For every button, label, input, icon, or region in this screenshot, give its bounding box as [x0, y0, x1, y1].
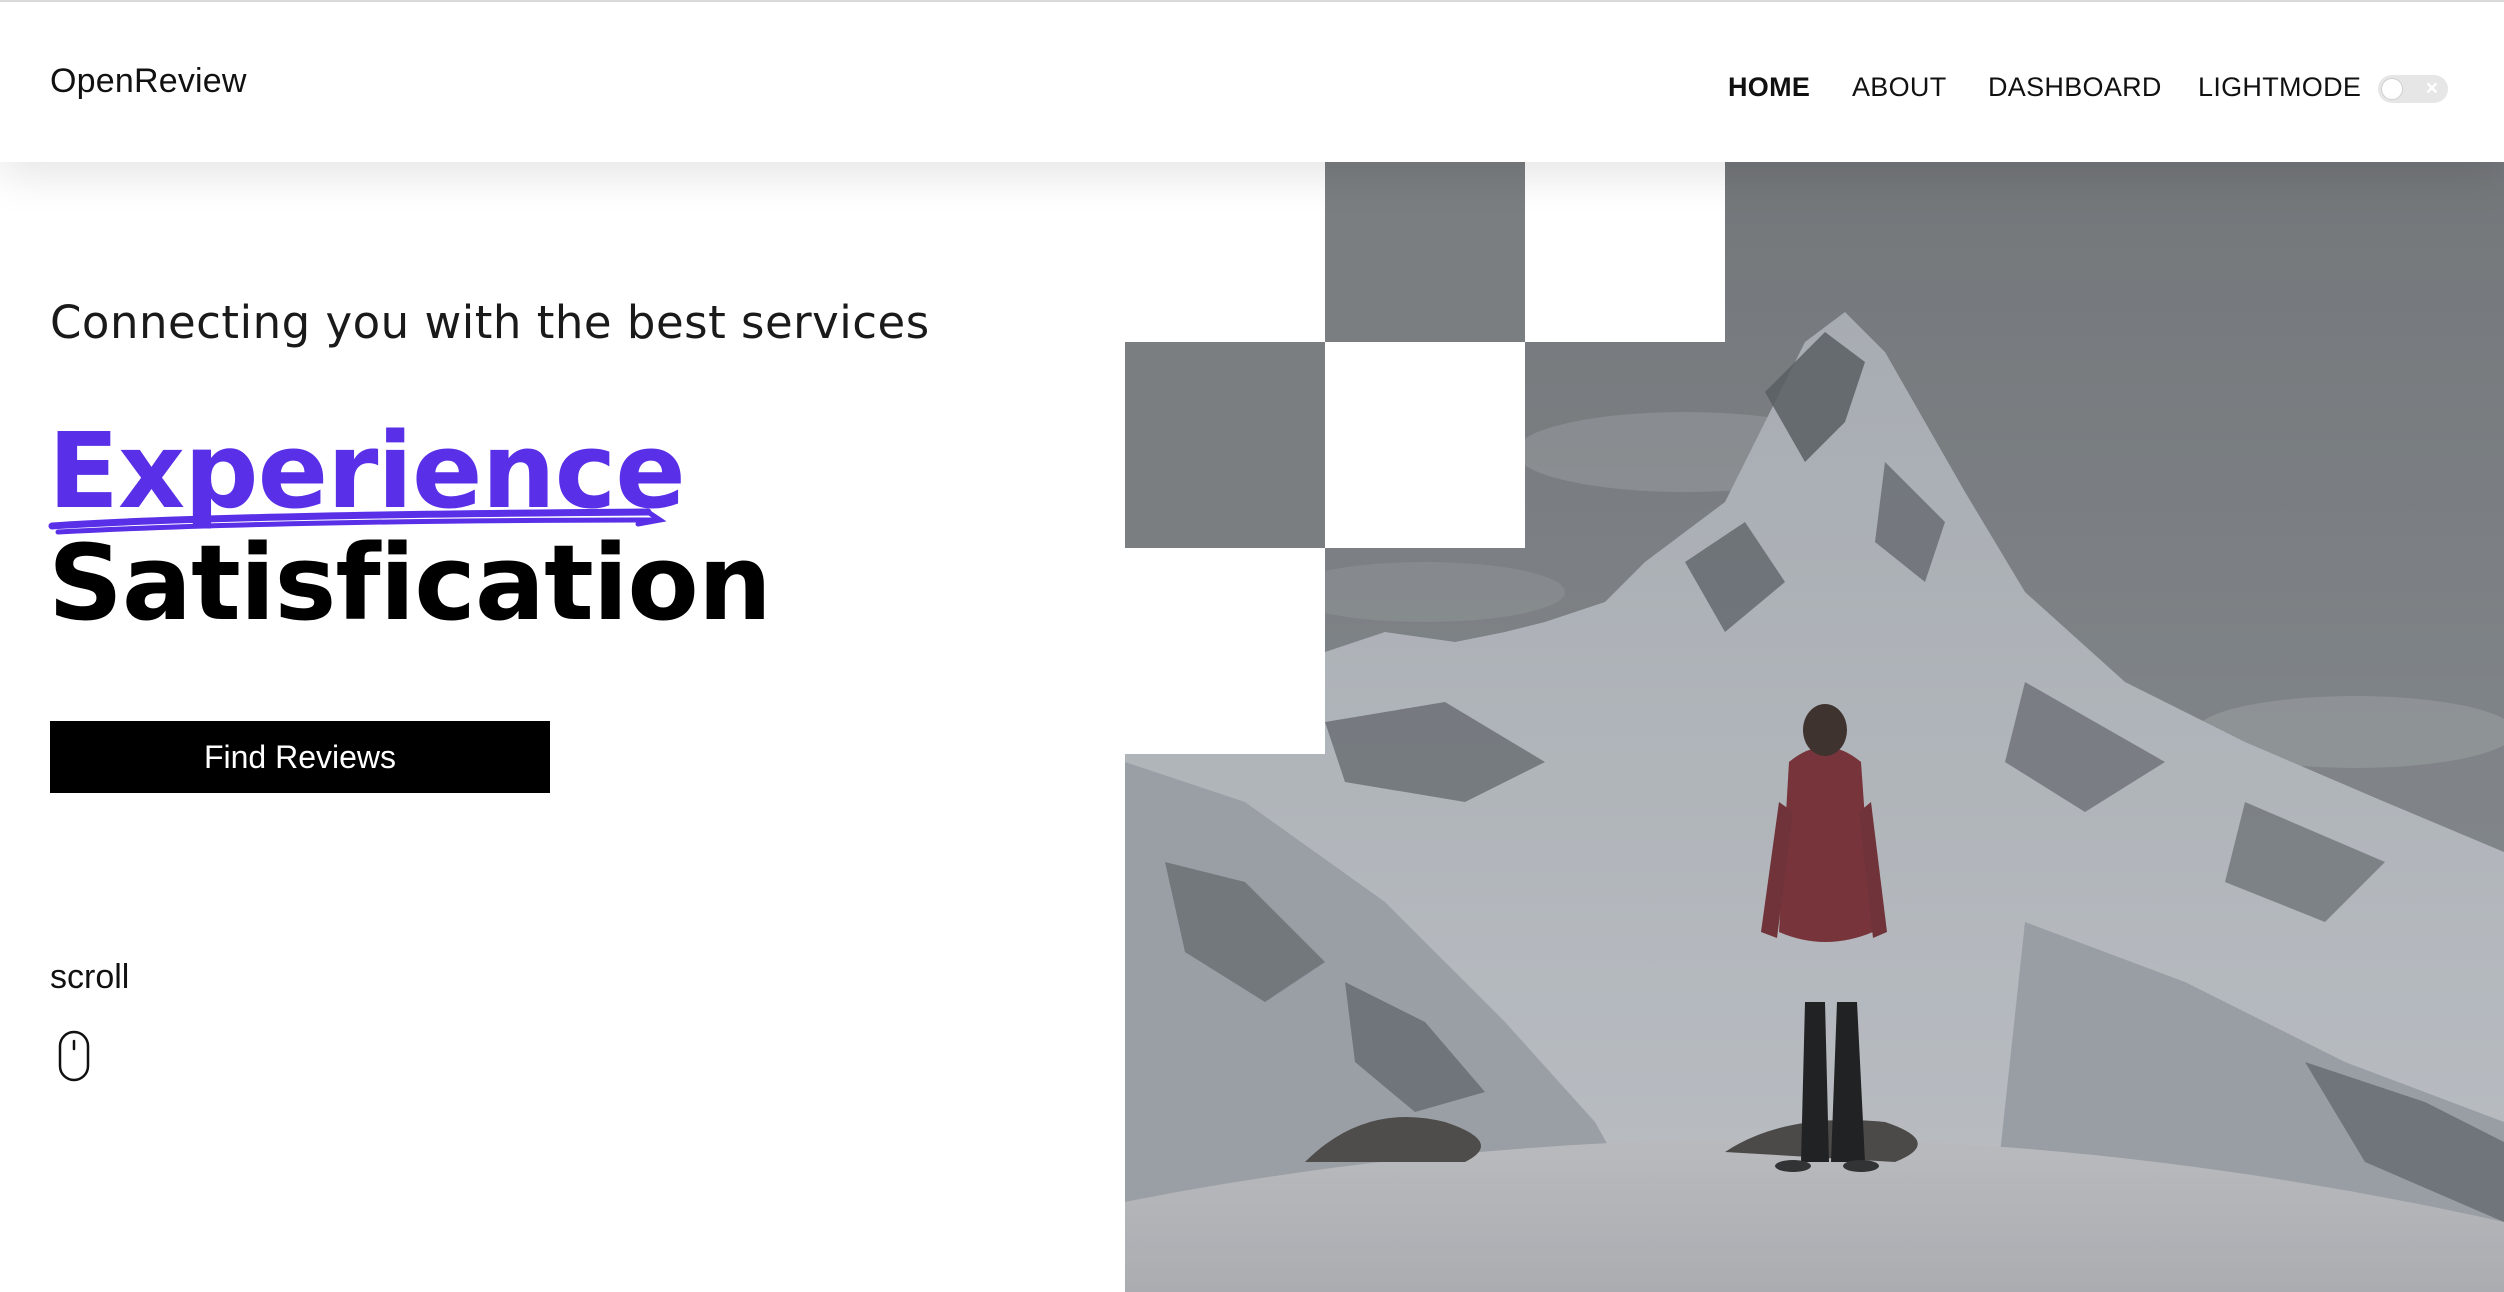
nav-about-link[interactable]: ABOUT [1852, 72, 1947, 103]
decor-block [1125, 548, 1325, 754]
decor-block [1125, 162, 1325, 342]
theme-toggle[interactable]: × [2378, 75, 2448, 103]
toggle-knob [2381, 78, 2403, 100]
mountain-hiker-image [1125, 162, 2504, 1292]
close-icon: × [2425, 77, 2438, 100]
hero-tagline: Connecting you with the best services [50, 296, 930, 349]
headline-main: Satisfication [48, 522, 772, 644]
mouse-icon[interactable] [58, 1030, 90, 1082]
nav-lightmode-link[interactable]: LIGHTMODE [2198, 72, 2361, 103]
decor-block [1325, 162, 1525, 342]
top-navbar: OpenReview HOME ABOUT DASHBOARD LIGHTMOD… [0, 0, 2504, 162]
scroll-label: scroll [50, 958, 130, 996]
main-nav: HOME ABOUT DASHBOARD LIGHTMODE × [0, 2, 2504, 162]
nav-dashboard-link[interactable]: DASHBOARD [1988, 72, 2162, 103]
decor-block [1325, 342, 1525, 548]
decor-block [1125, 342, 1325, 548]
nav-home-link[interactable]: HOME [1728, 72, 1810, 103]
find-reviews-button[interactable]: Find Reviews [50, 721, 550, 793]
decor-block [1525, 162, 1725, 342]
